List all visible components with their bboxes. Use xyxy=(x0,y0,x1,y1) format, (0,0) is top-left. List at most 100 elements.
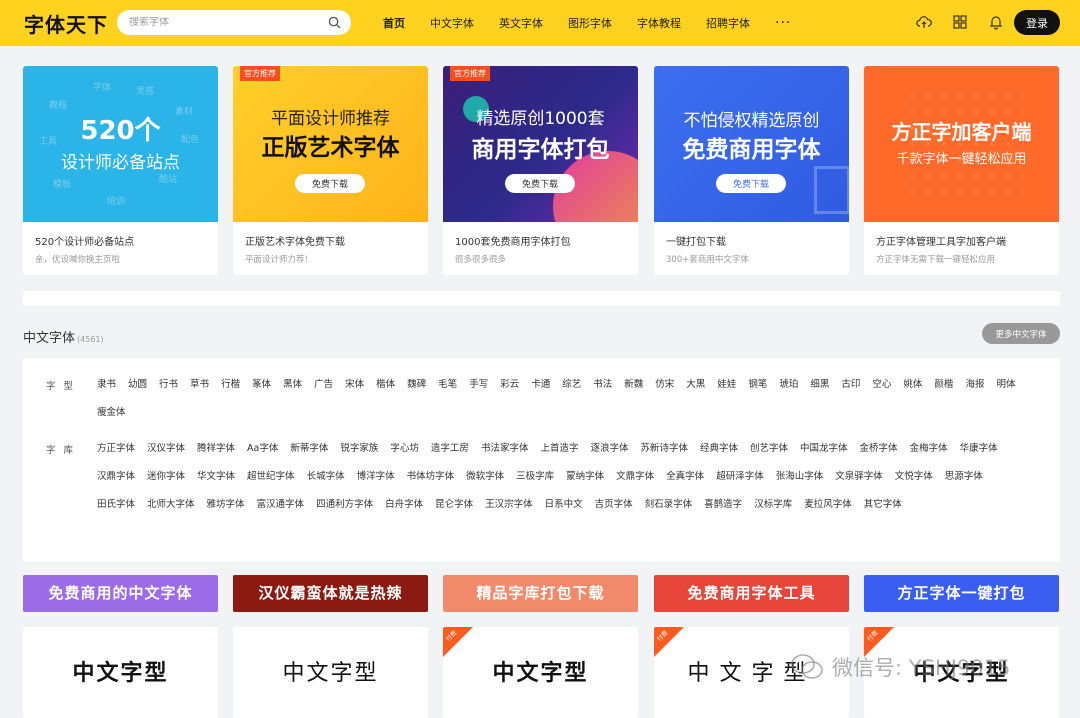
font-library-tag[interactable]: 文泉驿字体 xyxy=(835,463,883,491)
font-library-tag[interactable]: 方正字体 xyxy=(97,435,135,463)
font-type-tag[interactable]: 隶书 xyxy=(97,371,116,399)
font-library-tag[interactable]: 北师大字体 xyxy=(147,491,195,519)
font-library-tag[interactable]: 其它字体 xyxy=(864,491,902,519)
font-preview-card[interactable]: 付费 中文字型 xyxy=(443,627,638,718)
font-library-tag[interactable]: 经典字体 xyxy=(700,435,738,463)
font-library-tag[interactable]: 超研泽字体 xyxy=(716,463,764,491)
nav-chinese-fonts[interactable]: 中文字体 xyxy=(430,15,474,31)
font-type-tag[interactable]: 颜楷 xyxy=(934,371,953,399)
font-library-tag[interactable]: 超世纪字体 xyxy=(247,463,295,491)
font-library-tag[interactable]: 汉鼎字体 xyxy=(97,463,135,491)
banner-card-5[interactable]: 方正字加客户端 千款字体一键轻松应用 方正字体管理工具字加客户端 方正字体无需下… xyxy=(864,66,1059,275)
promo-button[interactable]: 汉仪霸蛮体就是热辣 xyxy=(233,575,428,612)
font-library-tag[interactable]: 苏新诗字体 xyxy=(640,435,688,463)
banner-card-2[interactable]: 官方推荐 平面设计师推荐 正版艺术字体 免费下载 正版艺术字体免费下载 平面设计… xyxy=(233,66,428,275)
login-button[interactable]: 登录 xyxy=(1014,10,1060,35)
nav-tutorials[interactable]: 字体教程 xyxy=(637,15,681,31)
font-library-tag[interactable]: 思源字体 xyxy=(945,463,983,491)
grid-icon[interactable] xyxy=(952,14,968,30)
search-box[interactable] xyxy=(117,10,351,35)
font-type-tag[interactable]: 广告 xyxy=(314,371,333,399)
nav-jobs[interactable]: 招聘字体 xyxy=(706,15,750,31)
font-type-tag[interactable]: 草书 xyxy=(190,371,209,399)
font-library-tag[interactable]: 锐字家族 xyxy=(340,435,378,463)
banner-title[interactable]: 一键打包下载 xyxy=(666,233,726,248)
banner-image[interactable]: 字体 灵感 教程 素材 工具 模板 配色 培训 酷站 520个 设计师必备站点 xyxy=(23,66,218,222)
font-library-tag[interactable]: 书体坊字体 xyxy=(407,463,455,491)
font-library-tag[interactable]: 四通利方字体 xyxy=(316,491,373,519)
font-type-tag[interactable]: 幼圆 xyxy=(128,371,147,399)
free-download-button[interactable]: 免费下载 xyxy=(505,174,575,193)
font-preview-card[interactable]: 中文字型 xyxy=(23,627,218,718)
bell-icon[interactable] xyxy=(988,14,1004,30)
font-type-tag[interactable]: 综艺 xyxy=(562,371,581,399)
font-library-tag[interactable]: 上首造字 xyxy=(540,435,578,463)
font-library-tag[interactable]: 书法家字体 xyxy=(481,435,529,463)
font-type-tag[interactable]: 大黑 xyxy=(686,371,705,399)
font-library-tag[interactable]: 白舟字体 xyxy=(385,491,423,519)
font-type-tag[interactable]: 海报 xyxy=(965,371,984,399)
font-type-tag[interactable]: 仿宋 xyxy=(655,371,674,399)
font-type-tag[interactable]: 魏碑 xyxy=(407,371,426,399)
font-type-tag[interactable]: 钢笔 xyxy=(748,371,767,399)
font-library-tag[interactable]: 富汉通字体 xyxy=(257,491,305,519)
promo-button[interactable]: 免费商用的中文字体 xyxy=(23,575,218,612)
search-icon[interactable] xyxy=(328,16,341,29)
font-library-tag[interactable]: 汉仪字体 xyxy=(147,435,185,463)
font-type-tag[interactable]: 姚体 xyxy=(903,371,922,399)
font-type-tag[interactable]: 手写 xyxy=(469,371,488,399)
banner-card-3[interactable]: 官方推荐 精选原创1000套 商用字体打包 免费下载 1000套免费商用字体打包… xyxy=(443,66,638,275)
font-type-tag[interactable]: 行书 xyxy=(159,371,178,399)
font-library-tag[interactable]: 长城字体 xyxy=(307,463,345,491)
font-library-tag[interactable]: 田氏字体 xyxy=(97,491,135,519)
free-download-button[interactable]: 免费下载 xyxy=(716,174,786,193)
font-library-tag[interactable]: 昆仑字体 xyxy=(435,491,473,519)
nav-home[interactable]: 首页 xyxy=(383,15,405,31)
banner-card-4[interactable]: 不怕侵权精选原创 免费商用字体 免费下载 一键打包下载 300+套商用中文字体 xyxy=(654,66,849,275)
font-type-tag[interactable]: 明体 xyxy=(996,371,1015,399)
font-type-tag[interactable]: 细黑 xyxy=(810,371,829,399)
font-library-tag[interactable]: 全真字体 xyxy=(666,463,704,491)
font-library-tag[interactable]: 华文字体 xyxy=(197,463,235,491)
font-type-tag[interactable]: 娃娃 xyxy=(717,371,736,399)
font-type-tag[interactable]: 书法 xyxy=(593,371,612,399)
font-library-tag[interactable]: 雅坊字体 xyxy=(207,491,245,519)
font-type-tag[interactable]: 瘦金体 xyxy=(97,399,126,427)
font-type-tag[interactable]: 篆体 xyxy=(252,371,271,399)
font-type-tag[interactable]: 古印 xyxy=(841,371,860,399)
font-library-tag[interactable]: 麦拉风字体 xyxy=(804,491,852,519)
font-library-tag[interactable]: 汉标字库 xyxy=(754,491,792,519)
font-library-tag[interactable]: 华康字体 xyxy=(960,435,998,463)
font-library-tag[interactable]: 腾祥字体 xyxy=(197,435,235,463)
font-type-tag[interactable]: 宋体 xyxy=(345,371,364,399)
banner-image[interactable]: 官方推荐 平面设计师推荐 正版艺术字体 免费下载 xyxy=(233,66,428,222)
free-download-button[interactable]: 免费下载 xyxy=(295,174,365,193)
font-preview-card[interactable]: 中文字型 xyxy=(233,627,428,718)
nav-english-fonts[interactable]: 英文字体 xyxy=(499,15,543,31)
nav-more-icon[interactable]: ··· xyxy=(775,15,791,31)
banner-title[interactable]: 520个设计师必备站点 xyxy=(35,233,134,248)
font-type-tag[interactable]: 黑体 xyxy=(283,371,302,399)
font-library-tag[interactable]: 日系中文 xyxy=(545,491,583,519)
font-library-tag[interactable]: 金梅字体 xyxy=(910,435,948,463)
promo-button[interactable]: 精品字库打包下载 xyxy=(443,575,638,612)
font-type-tag[interactable]: 空心 xyxy=(872,371,891,399)
site-logo[interactable]: 字体天下 xyxy=(24,9,108,38)
font-library-tag[interactable]: 博洋字体 xyxy=(357,463,395,491)
font-library-tag[interactable]: 中国龙字体 xyxy=(800,435,848,463)
font-library-tag[interactable]: 王汉宗字体 xyxy=(485,491,533,519)
banner-image[interactable]: 官方推荐 精选原创1000套 商用字体打包 免费下载 xyxy=(443,66,638,222)
font-type-tag[interactable]: 新魏 xyxy=(624,371,643,399)
font-library-tag[interactable]: 新蒂字体 xyxy=(290,435,328,463)
font-library-tag[interactable]: 蒙纳字体 xyxy=(566,463,604,491)
font-type-tag[interactable]: 行楷 xyxy=(221,371,240,399)
search-input[interactable] xyxy=(129,17,319,28)
cloud-upload-icon[interactable] xyxy=(916,14,932,30)
banner-title[interactable]: 方正字体管理工具字加客户端 xyxy=(876,233,1006,248)
nav-graphic-fonts[interactable]: 图形字体 xyxy=(568,15,612,31)
promo-button[interactable]: 免费商用字体工具 xyxy=(654,575,849,612)
font-library-tag[interactable]: 逐浪字体 xyxy=(590,435,628,463)
font-type-tag[interactable]: 毛笔 xyxy=(438,371,457,399)
font-library-tag[interactable]: 文悦字体 xyxy=(895,463,933,491)
banner-card-1[interactable]: 字体 灵感 教程 素材 工具 模板 配色 培训 酷站 520个 设计师必备站点 … xyxy=(23,66,218,275)
